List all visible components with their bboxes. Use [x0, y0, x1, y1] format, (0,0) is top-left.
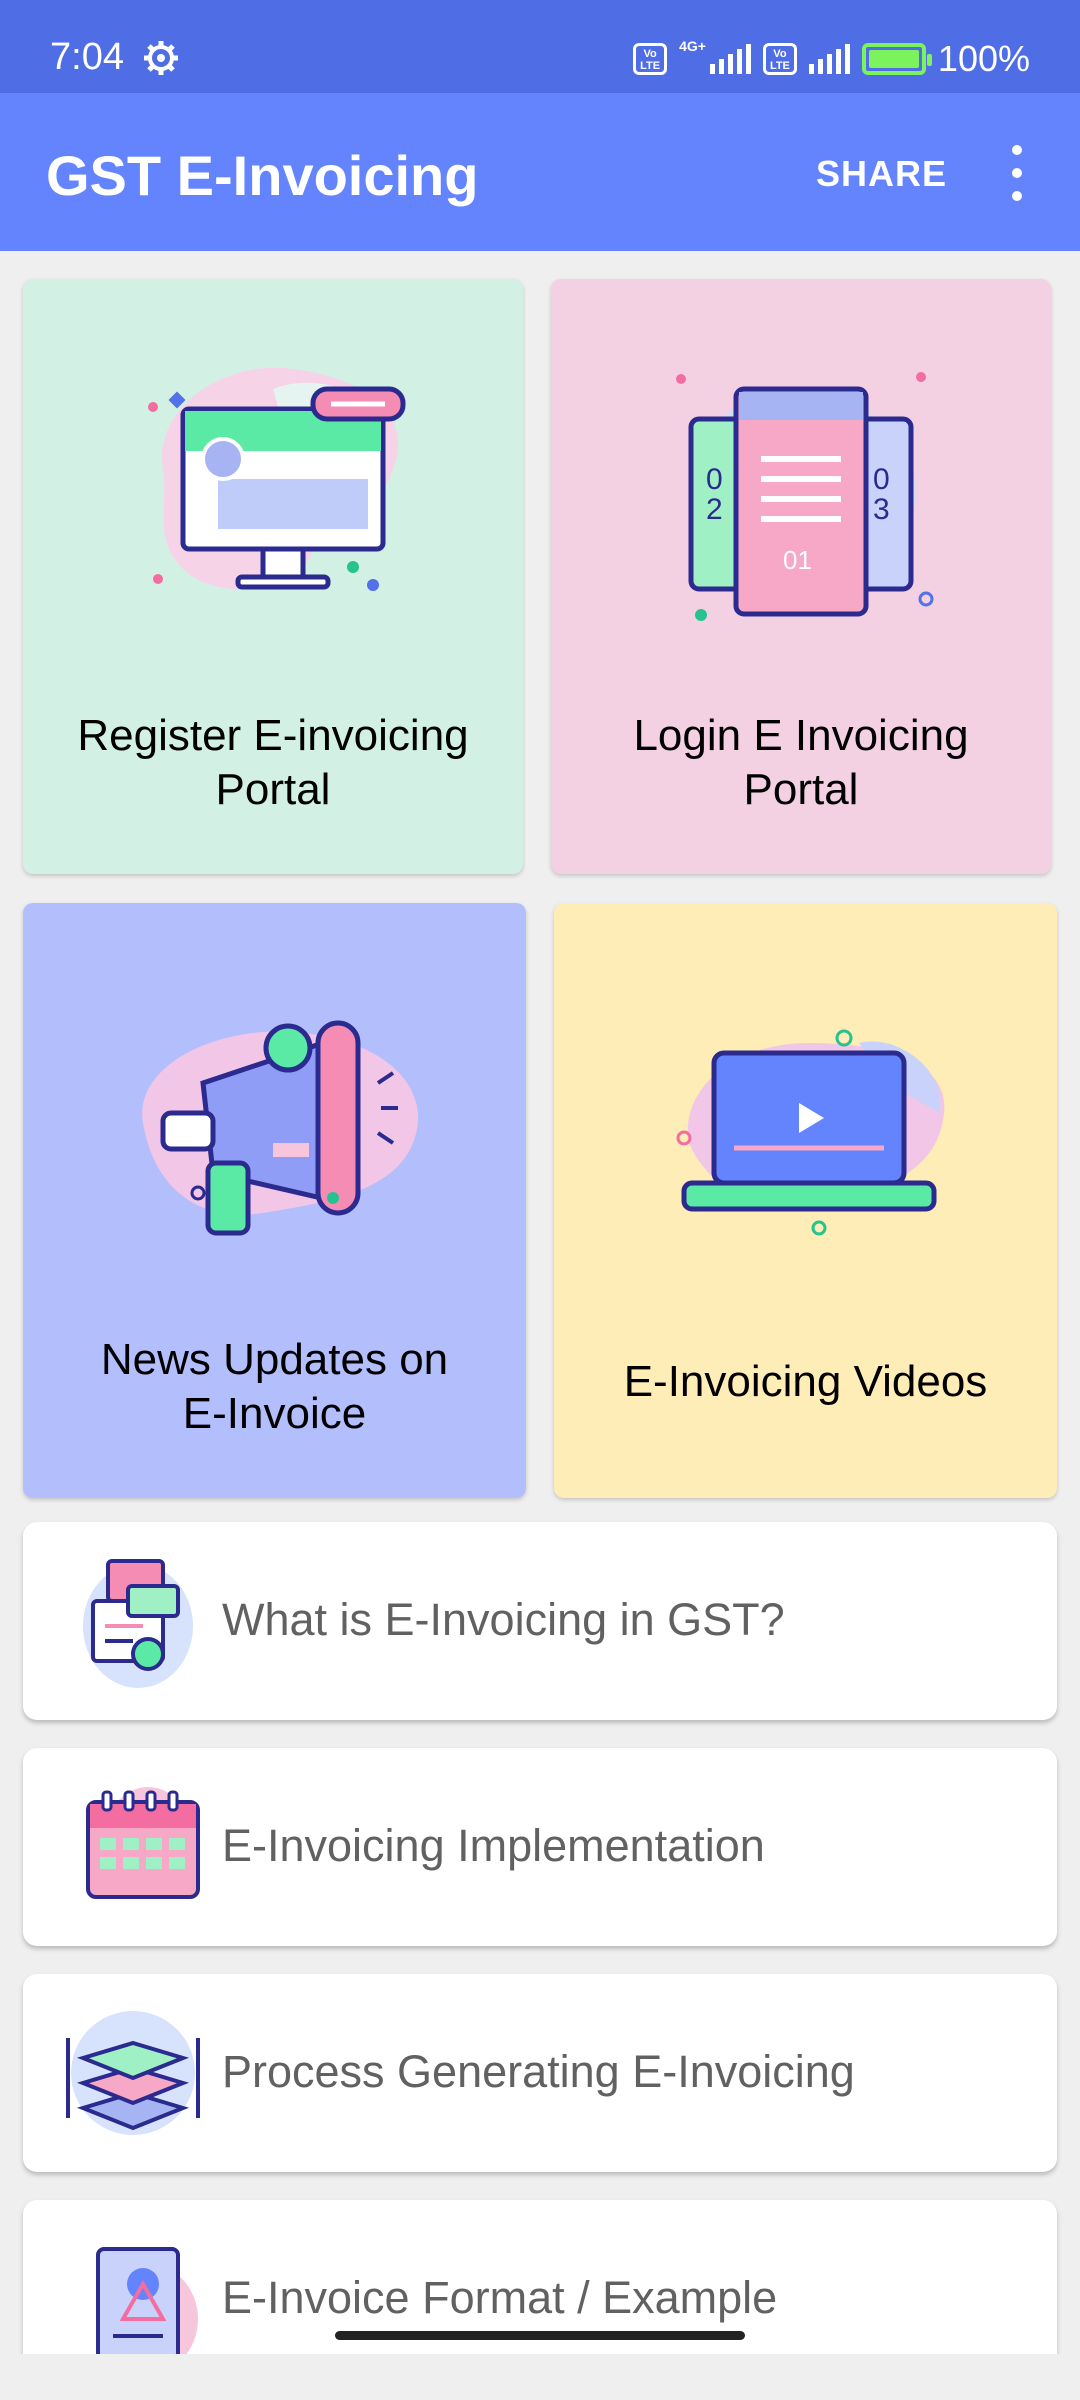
gear-icon — [144, 41, 178, 75]
tile-label: News Updates on E-Invoice — [100, 1335, 449, 1438]
status-bar: 7:04 Vo LTE 4G+ Vo LTE 100% — [0, 0, 1080, 93]
tile-videos[interactable]: E-Invoicing Videos — [554, 903, 1057, 1498]
list-item-implementation[interactable]: E-Invoicing Implementation — [23, 1748, 1057, 1946]
signal-icon-2 — [808, 44, 850, 74]
svg-text:01: 01 — [783, 545, 812, 575]
tile-label: Register E-invoicing Portal — [77, 711, 469, 814]
tile-news-updates[interactable]: News Updates on E-Invoice — [23, 903, 526, 1498]
list-item-label: E-Invoice Format / Example — [222, 2272, 778, 2323]
share-button[interactable]: SHARE — [816, 153, 947, 195]
volte-badge-2: Vo LTE — [762, 43, 797, 75]
svg-text:0: 0 — [873, 463, 890, 496]
tile-label: Login E Invoicing Portal — [633, 711, 969, 814]
signal-icon — [709, 44, 751, 74]
system-nav-bar — [0, 2354, 1080, 2400]
battery-level: 100% — [937, 38, 1030, 79]
svg-text:2: 2 — [706, 493, 723, 526]
tile-label: E-Invoicing Videos — [623, 1357, 988, 1406]
status-time: 7:04 — [50, 36, 124, 78]
tile-register-portal[interactable]: Register E-invoicing Portal — [23, 279, 523, 874]
calendar-icon — [86, 1787, 200, 1899]
svg-text:0: 0 — [706, 463, 723, 496]
laptop-video-icon — [676, 1029, 945, 1236]
home-gesture-handle[interactable] — [335, 2331, 745, 2340]
status-indicators: Vo LTE 4G+ Vo LTE 100% — [633, 38, 1030, 80]
volte-badge: Vo LTE — [633, 43, 668, 75]
more-vert-icon[interactable] — [1003, 145, 1031, 201]
documents-stack-icon: 0 2 0 3 01 — [676, 372, 934, 621]
document-format-icon — [96, 2247, 198, 2374]
app-title: GST E-Invoicing — [46, 144, 479, 207]
list-item-what-is-einvoicing[interactable]: What is E-Invoicing in GST? — [23, 1522, 1057, 1720]
monitor-profile-icon — [148, 367, 406, 591]
list-item-process[interactable]: Process Generating E-Invoicing — [23, 1974, 1057, 2172]
list-item-label: What is E-Invoicing in GST? — [222, 1594, 785, 1645]
tile-login-portal[interactable]: 0 2 0 3 01 Login E Invoicing Portal — [551, 279, 1051, 874]
list-item-label: E-Invoicing Implementation — [222, 1820, 765, 1871]
list-item-label: Process Generating E-Invoicing — [222, 2046, 855, 2097]
network-type: 4G+ — [679, 38, 706, 54]
battery-icon — [861, 43, 932, 75]
app-bar: GST E-Invoicing SHARE — [0, 93, 1080, 251]
svg-text:3: 3 — [873, 493, 890, 526]
megaphone-icon — [142, 1020, 419, 1236]
layers-icon — [66, 2011, 200, 2135]
invoice-coin-icon — [83, 1559, 193, 1688]
